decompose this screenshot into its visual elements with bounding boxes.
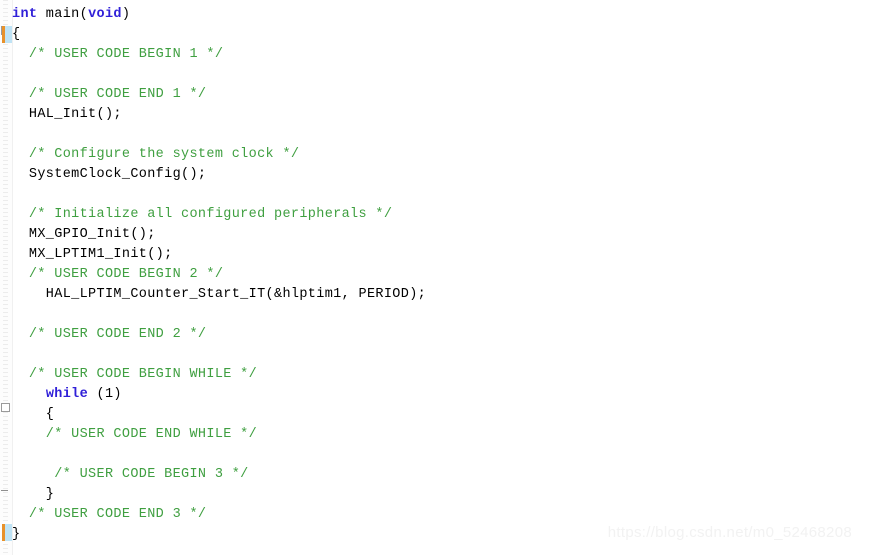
- code-token-plain: main(: [37, 7, 89, 22]
- code-line[interactable]: /* USER CODE END 2 */: [12, 325, 206, 345]
- code-token-comment: /* USER CODE END WHILE */: [12, 427, 258, 442]
- code-line[interactable]: [12, 125, 20, 145]
- code-token-comment: /* USER CODE BEGIN 1 */: [12, 47, 224, 62]
- code-token-comment: /* Initialize all configured peripherals…: [12, 207, 393, 222]
- code-token-plain: HAL_LPTIM_Counter_Start_IT(&hlptim1, PER…: [12, 287, 427, 302]
- code-line[interactable]: /* USER CODE BEGIN 2 */: [12, 265, 223, 285]
- code-line[interactable]: [12, 305, 20, 325]
- code-line[interactable]: SystemClock_Config();: [12, 165, 206, 185]
- code-line[interactable]: [12, 345, 20, 365]
- code-line[interactable]: /* USER CODE BEGIN 1 */: [12, 45, 223, 65]
- code-line[interactable]: MX_LPTIM1_Init();: [12, 245, 173, 265]
- code-token-keyword: while: [45, 387, 89, 402]
- code-line[interactable]: /* Initialize all configured peripherals…: [12, 205, 392, 225]
- code-line[interactable]: {: [12, 25, 20, 45]
- code-editor-view: int main(void){ /* USER CODE BEGIN 1 */ …: [0, 0, 870, 555]
- code-token-plain: SystemClock_Config();: [12, 167, 207, 182]
- bracket-match-highlight: [2, 524, 12, 541]
- code-line[interactable]: }: [12, 485, 54, 505]
- code-token-plain: ): [121, 7, 131, 22]
- code-line[interactable]: {: [12, 405, 54, 425]
- code-token-comment: /* USER CODE BEGIN WHILE */: [12, 367, 258, 382]
- code-line[interactable]: [12, 185, 20, 205]
- code-line[interactable]: /* Configure the system clock */: [12, 145, 299, 165]
- code-token-comment: /* USER CODE END 3 */: [12, 507, 207, 522]
- code-token-comment: /* USER CODE END 1 */: [12, 87, 207, 102]
- bracket-match-highlight: [2, 26, 12, 43]
- code-token-plain: {: [12, 27, 21, 42]
- code-line[interactable]: MX_GPIO_Init();: [12, 225, 156, 245]
- code-line[interactable]: int main(void): [12, 5, 130, 25]
- code-line[interactable]: /* USER CODE END 1 */: [12, 85, 206, 105]
- code-line[interactable]: /* USER CODE END WHILE */: [12, 425, 257, 445]
- code-token-plain: (1): [88, 387, 122, 402]
- code-token-comment: /* USER CODE BEGIN 3 */: [12, 467, 249, 482]
- fold-toggle-icon[interactable]: [1, 403, 10, 412]
- code-token-keyword: void: [88, 7, 122, 22]
- code-token-plain: HAL_Init();: [12, 107, 122, 122]
- code-surface[interactable]: int main(void){ /* USER CODE BEGIN 1 */ …: [2, 0, 870, 555]
- code-line[interactable]: HAL_LPTIM_Counter_Start_IT(&hlptim1, PER…: [12, 285, 426, 305]
- code-token-keyword: int: [12, 7, 38, 22]
- code-token-comment: /* USER CODE BEGIN 2 */: [12, 267, 224, 282]
- code-token-plain: }: [12, 527, 21, 542]
- code-line[interactable]: }: [12, 525, 20, 545]
- fold-range-end-icon: [1, 490, 8, 491]
- code-token-plain: }: [12, 487, 55, 502]
- code-line[interactable]: HAL_Init();: [12, 105, 122, 125]
- code-line[interactable]: /* USER CODE BEGIN 3 */: [12, 465, 249, 485]
- code-token-plain: MX_GPIO_Init();: [12, 227, 156, 242]
- code-token-comment: /* USER CODE END 2 */: [12, 327, 207, 342]
- code-line[interactable]: [12, 65, 20, 85]
- code-line[interactable]: /* USER CODE BEGIN WHILE */: [12, 365, 257, 385]
- code-line[interactable]: while (1): [12, 385, 122, 405]
- gutter-dotted-rule: [3, 0, 8, 555]
- code-token-plain: MX_LPTIM1_Init();: [12, 247, 173, 262]
- code-token-plain: {: [12, 407, 55, 422]
- code-line[interactable]: [12, 445, 20, 465]
- code-line[interactable]: /* USER CODE END 3 */: [12, 505, 206, 525]
- csdn-watermark: https://blog.csdn.net/m0_52468208: [607, 524, 852, 541]
- code-token-comment: /* Configure the system clock */: [12, 147, 300, 162]
